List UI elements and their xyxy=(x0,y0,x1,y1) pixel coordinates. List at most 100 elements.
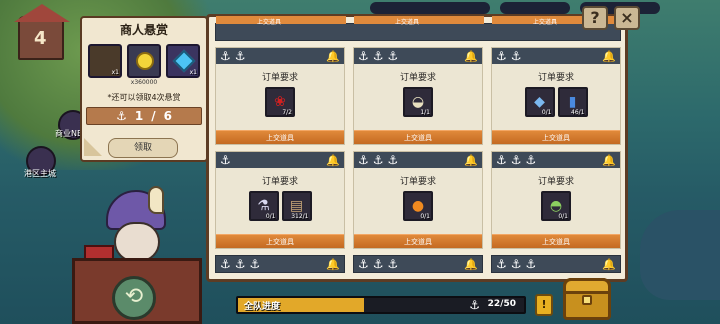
anchor-icon: ⚓ xyxy=(116,109,127,123)
item-quantity: 0/1 xyxy=(420,213,430,220)
help-button[interactable]: ? xyxy=(582,6,608,30)
bell-icon: 🔔 xyxy=(326,154,340,167)
bounty-title: 商人悬赏 xyxy=(119,23,168,37)
anchor-icon: ⚓ xyxy=(220,153,231,167)
order-requirement-title: 订单要求 xyxy=(537,177,574,187)
item-quantity: 312/1 xyxy=(291,213,309,220)
submit-items-button[interactable]: 上交道具 xyxy=(216,130,344,144)
bounty-remaining-note: *还可以领取4次悬赏 xyxy=(107,93,181,102)
submit-items-button[interactable]: 上交道具 xyxy=(492,130,620,144)
gold-coin-icon[interactable] xyxy=(127,44,161,78)
reward-label-row: x360000 xyxy=(82,79,206,86)
resource-pill-2 xyxy=(500,2,570,14)
item-quantity: 0/1 xyxy=(265,213,276,220)
cake-dish-icon[interactable]: ◒ 1/1 xyxy=(403,87,433,117)
merchant-bounty-panel: 商人悬赏 x1 x1 x360000 *还可以领取4次悬赏 ⚓ 1 / 6 领取 xyxy=(80,16,208,162)
team-progress-count: 22/50 xyxy=(487,299,516,309)
anchor-icon: ⚓ xyxy=(387,49,399,63)
blue-book-icon[interactable]: ▮ 46/1 xyxy=(557,87,588,117)
order-cell-header: ⚓ 🔔 xyxy=(216,152,344,168)
red-flower-icon[interactable]: ❀ 7/2 xyxy=(265,87,295,117)
resource-pill-1 xyxy=(370,2,490,14)
scroll-icon[interactable]: ▤ 312/1 xyxy=(281,191,312,221)
treasure-chest-icon[interactable] xyxy=(563,278,611,320)
anchor-icon: ⚓ xyxy=(496,153,507,167)
submit-items-button[interactable]: 上交道具 xyxy=(354,130,482,144)
top-strip-label-1: 上交道具 xyxy=(257,19,282,26)
item-quantity: 0/1 xyxy=(558,213,568,220)
anchor-icon: ⚓ xyxy=(358,49,369,63)
chest-lid xyxy=(563,278,611,294)
merchant-horn xyxy=(148,186,164,214)
order-items: ◆ 0/1 ▮ 46/1 xyxy=(492,87,620,117)
info-button[interactable]: ! xyxy=(535,294,553,316)
island-right-background xyxy=(640,210,720,300)
order-items: ❀ 7/2 xyxy=(216,87,344,117)
crystal-bottle-icon[interactable]: ◆ 0/1 xyxy=(524,87,555,117)
stall-emblem-icon: ⟲ xyxy=(112,276,156,320)
bounty-progress-current: 1 xyxy=(134,109,144,123)
top-strip-label-2: 上交道具 xyxy=(395,19,420,26)
submit-items-button[interactable]: 上交道具 xyxy=(216,234,344,248)
order-cell-4: ⚓ 🔔 订单要求 ⚗ 0/1 ▤ 312/1 上交道具 xyxy=(215,151,345,249)
order-cell-header: ⚓ ⚓ ⚓ 🔔 xyxy=(354,152,482,168)
order-cell-5: ⚓ ⚓ ⚓ 🔔 订单要求 ● 0/1 上交道具 xyxy=(353,151,483,249)
treasure-chest-icon[interactable]: x1 xyxy=(88,44,122,78)
team-progress-bar: 全队进度 ⚓ 22/50 xyxy=(236,296,526,314)
anchor-icon: ⚓ xyxy=(387,153,399,167)
order-requirement-title: 订单要求 xyxy=(261,73,298,83)
bounty-progress-total: 6 xyxy=(163,109,172,123)
merchant-face xyxy=(114,222,160,262)
submit-items-button[interactable]: 上交道具 xyxy=(354,234,482,248)
order-requirement-title: 订单要求 xyxy=(261,177,298,187)
bounty-rewards: x1 x1 xyxy=(82,44,206,78)
pumpkin-icon[interactable]: ● 0/1 xyxy=(403,191,433,221)
blue-gem-icon[interactable]: x1 xyxy=(166,44,200,78)
coin-count: x360000 xyxy=(130,79,158,86)
order-cell-2: ⚓ ⚓ ⚓ 🔔 订单要求 ◒ 1/1 上交道具 xyxy=(353,47,483,145)
item-quantity: 0/1 xyxy=(541,109,552,116)
anchor-icon: ⚓ xyxy=(496,49,507,63)
order-cell-header: ⚓ ⚓ ⚓ 🔔 xyxy=(492,152,620,168)
order-cell-header: ⚓ ⚓ ⚓ 🔔 xyxy=(354,48,482,64)
anchor-icon: ⚓ xyxy=(510,49,522,63)
claim-button[interactable]: 领取 xyxy=(108,138,178,158)
team-progress-label: 全队进度 xyxy=(244,302,281,312)
order-cell-6: ⚓ ⚓ ⚓ 🔔 订单要求 ◓ 0/1 上交道具 xyxy=(491,151,621,249)
submit-items-button[interactable]: 上交道具 xyxy=(492,234,620,248)
order-cell-header: ⚓ ⚓ 🔔 xyxy=(216,48,344,64)
bottom-strip-1: ⚓ ⚓ ⚓ 🔔 xyxy=(215,255,345,273)
close-button[interactable]: × xyxy=(614,6,640,30)
reward-count: x1 xyxy=(189,69,197,76)
bottom-strip-3: ⚓ ⚓ ⚓ 🔔 xyxy=(491,255,621,273)
salad-bowl-icon[interactable]: ◓ 0/1 xyxy=(541,191,571,221)
order-items: ⚗ 0/1 ▤ 312/1 xyxy=(216,191,344,221)
level-building[interactable]: 4 xyxy=(14,4,70,60)
anchor-icon: ⚓ xyxy=(234,49,246,63)
item-quantity: 1/1 xyxy=(420,109,430,116)
order-cell-header: ⚓ ⚓ 🔔 xyxy=(492,48,620,64)
bell-icon: 🔔 xyxy=(326,258,340,271)
order-items: ◒ 1/1 xyxy=(354,87,482,117)
item-quantity: 7/2 xyxy=(282,109,292,116)
anchor-icon: ⚓ xyxy=(220,49,231,63)
bell-icon: 🔔 xyxy=(464,258,478,271)
reward-count: x1 xyxy=(111,69,119,76)
item-quantity: 46/1 xyxy=(571,109,585,116)
order-requirement-title: 订单要求 xyxy=(399,73,436,83)
top-strip-label-3: 上交道具 xyxy=(533,19,558,26)
bottom-strip-2: ⚓ ⚓ ⚓ 🔔 xyxy=(353,255,483,273)
potion-icon[interactable]: ⚗ 0/1 xyxy=(248,191,279,221)
panel-corner-decoration xyxy=(84,138,102,156)
bell-icon: 🔔 xyxy=(464,50,478,63)
order-requirement-title: 订单要求 xyxy=(399,177,436,187)
side-menu-label-2: 港区主城 xyxy=(24,169,56,178)
order-board: 上交道具 上交道具 上交道具 ⚓ ⚓ 🔔 订单要求 ❀ 7/2 上交道具 ⚓ ⚓… xyxy=(206,14,628,282)
anchor-icon: ⚓ xyxy=(525,153,537,167)
anchor-icon: ⚓ xyxy=(358,153,369,167)
chest-lock xyxy=(582,295,592,305)
order-cell-1: ⚓ ⚓ 🔔 订单要求 ❀ 7/2 上交道具 xyxy=(215,47,345,145)
bounty-progress-separator: / xyxy=(151,109,156,123)
bell-icon: 🔔 xyxy=(326,50,340,63)
anchor-icon: ⚓ xyxy=(372,153,384,167)
